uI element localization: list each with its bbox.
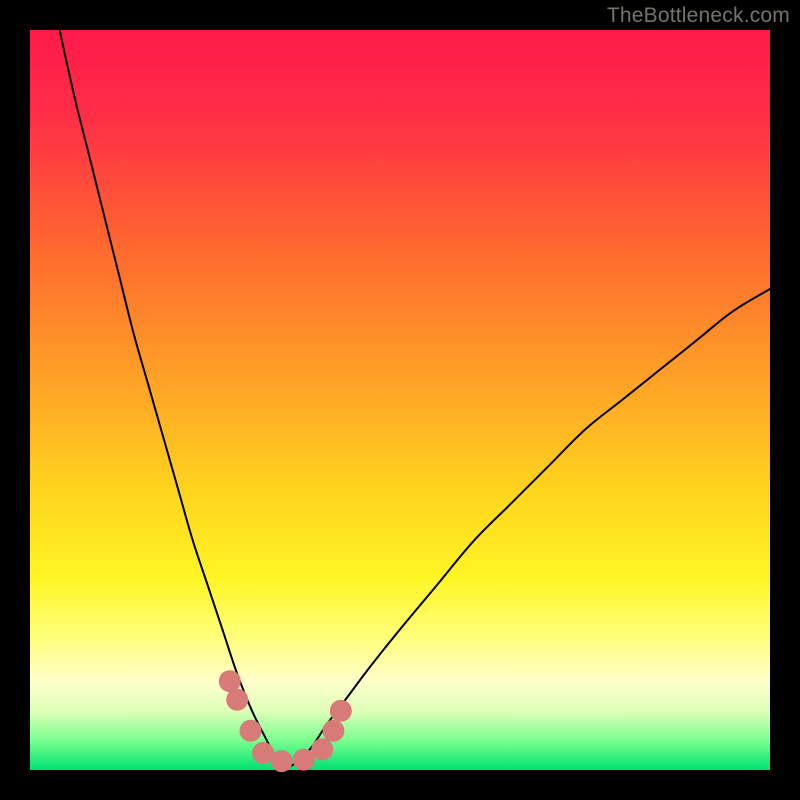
data-marker: [322, 720, 344, 742]
attribution-text: TheBottleneck.com: [607, 4, 790, 28]
plot-background: [30, 30, 770, 770]
data-marker: [293, 749, 315, 771]
data-marker: [226, 689, 248, 711]
data-marker: [330, 700, 352, 722]
data-marker: [311, 738, 333, 760]
data-marker: [271, 750, 293, 772]
bottleneck-chart: [0, 0, 800, 800]
chart-frame: TheBottleneck.com: [0, 0, 800, 800]
data-marker: [240, 720, 262, 742]
